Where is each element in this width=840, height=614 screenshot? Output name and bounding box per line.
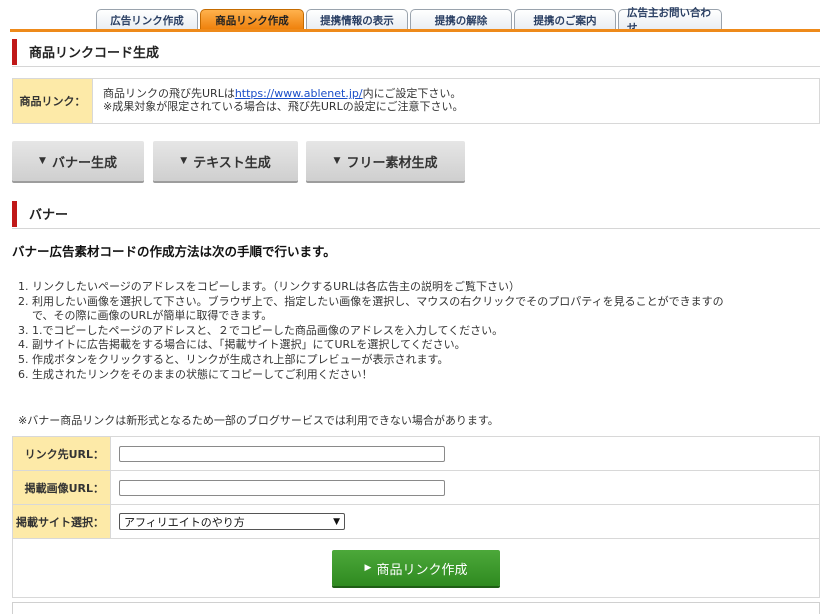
site-select-label: 掲載サイト選択：	[13, 505, 111, 538]
link-url-row: リンク先URL：	[13, 437, 819, 471]
tab-partnership-guide[interactable]: 提携のご案内	[514, 9, 616, 30]
section-header-banner: バナー	[12, 199, 820, 229]
compatibility-note: ※バナー商品リンクは新形式となるため一部のブログサービスでは利用できない場合があ…	[18, 414, 499, 427]
list-item: 1. リンクしたいページのアドレスをコピーします。（リンクするURLは各広告主の説…	[18, 280, 520, 293]
link-url-input[interactable]	[119, 445, 445, 462]
list-item: 6. 生成されたリンクをそのままの状態にてコピーしてご利用ください！	[18, 367, 373, 381]
play-arrow-icon: ▶	[364, 563, 372, 573]
section-title: バナー	[29, 208, 69, 223]
free-material-generate-button[interactable]: ▼ フリー素材生成	[306, 141, 465, 181]
list-item: 5. 作成ボタンをクリックすると、リンクが生成され上部にプレビューが表示されます。	[18, 352, 449, 366]
instructions-heading: バナー広告素材コードの作成方法は次の手順で行います。	[12, 244, 336, 259]
tab-partnership-info[interactable]: 提携情報の表示	[306, 9, 408, 30]
image-url-row: 掲載画像URL：	[13, 471, 819, 505]
section-marker	[12, 200, 17, 227]
section-header-product-link-code: 商品リンクコード生成	[12, 37, 820, 67]
tab-cancel-partnership[interactable]: 提携の解除	[410, 9, 512, 30]
link-url-label: リンク先URL：	[13, 437, 111, 470]
text-generate-label: テキスト生成	[193, 155, 271, 171]
info-label: 商品リンク：	[13, 79, 93, 123]
list-item: 3. 1.でコピーしたページのアドレスと、２でコピーした商品画像のアドレスを入力し…	[18, 323, 504, 337]
info-body: 商品リンクの飛び先URLはhttps://www.ablenet.jp/内にご設…	[93, 79, 474, 123]
tab-advertiser-contact[interactable]: 広告主お問い合わせ	[618, 7, 722, 34]
image-url-input[interactable]	[119, 479, 445, 496]
destination-url-link[interactable]: https://www.ablenet.jp/	[235, 87, 363, 100]
tab-product-link[interactable]: 商品リンク作成	[200, 9, 304, 30]
create-product-link-button[interactable]: ▶ 商品リンク作成	[332, 550, 500, 586]
section-title: 商品リンクコード生成	[29, 46, 160, 61]
tab-ad-link[interactable]: 広告リンク作成	[96, 9, 198, 30]
list-item: 4. 副サイトに広告掲載をする場合には、「掲載サイト選択」にてURLを選択してくだ…	[18, 338, 466, 352]
instruction-steps: 1. リンクしたいページのアドレスをコピーします。（リンクするURLは各広告主の説…	[18, 280, 818, 382]
site-select-row: 掲載サイト選択： アフィリエイトのやり方 ▼	[13, 505, 819, 539]
tab-underline	[10, 29, 820, 32]
preview-box	[12, 602, 820, 614]
banner-link-form: リンク先URL： 掲載画像URL： 掲載サイト選択： アフィリエイトのやり方 ▼…	[12, 436, 820, 598]
create-product-link-label: 商品リンク作成	[376, 562, 468, 578]
banner-generate-button[interactable]: ▼ バナー生成	[12, 141, 144, 181]
list-item: 2. 利用したい画像を選択して下さい。ブラウザ上で、指定したい画像を選択し、マウス…	[18, 294, 724, 323]
free-material-generate-label: フリー素材生成	[346, 155, 438, 171]
info-line2: ※成果対象が限定されている場合は、飛び先URLの設定にご注意下さい。	[103, 100, 464, 113]
text-generate-button[interactable]: ▼ テキスト生成	[153, 141, 298, 181]
site-select[interactable]: アフィリエイトのやり方 ▼	[119, 513, 345, 530]
image-url-label: 掲載画像URL：	[13, 471, 111, 504]
info-line1-prefix: 商品リンクの飛び先URLは	[103, 87, 235, 100]
triangle-down-icon: ▼	[333, 156, 341, 166]
section-marker	[12, 38, 17, 65]
chevron-down-icon: ▼	[333, 516, 340, 527]
product-link-info-box: 商品リンク： 商品リンクの飛び先URLはhttps://www.ablenet.…	[12, 78, 820, 124]
banner-generate-label: バナー生成	[51, 155, 117, 171]
site-select-value: アフィリエイトのやり方	[124, 515, 245, 529]
triangle-down-icon: ▼	[39, 156, 46, 166]
submit-row: ▶ 商品リンク作成	[13, 539, 819, 597]
triangle-down-icon: ▼	[180, 156, 188, 166]
info-line1-suffix: 内にご設定下さい。	[362, 87, 462, 100]
tab-bar: 広告リンク作成 商品リンク作成 提携情報の表示 提携の解除 提携のご案内 広告主…	[96, 7, 722, 34]
